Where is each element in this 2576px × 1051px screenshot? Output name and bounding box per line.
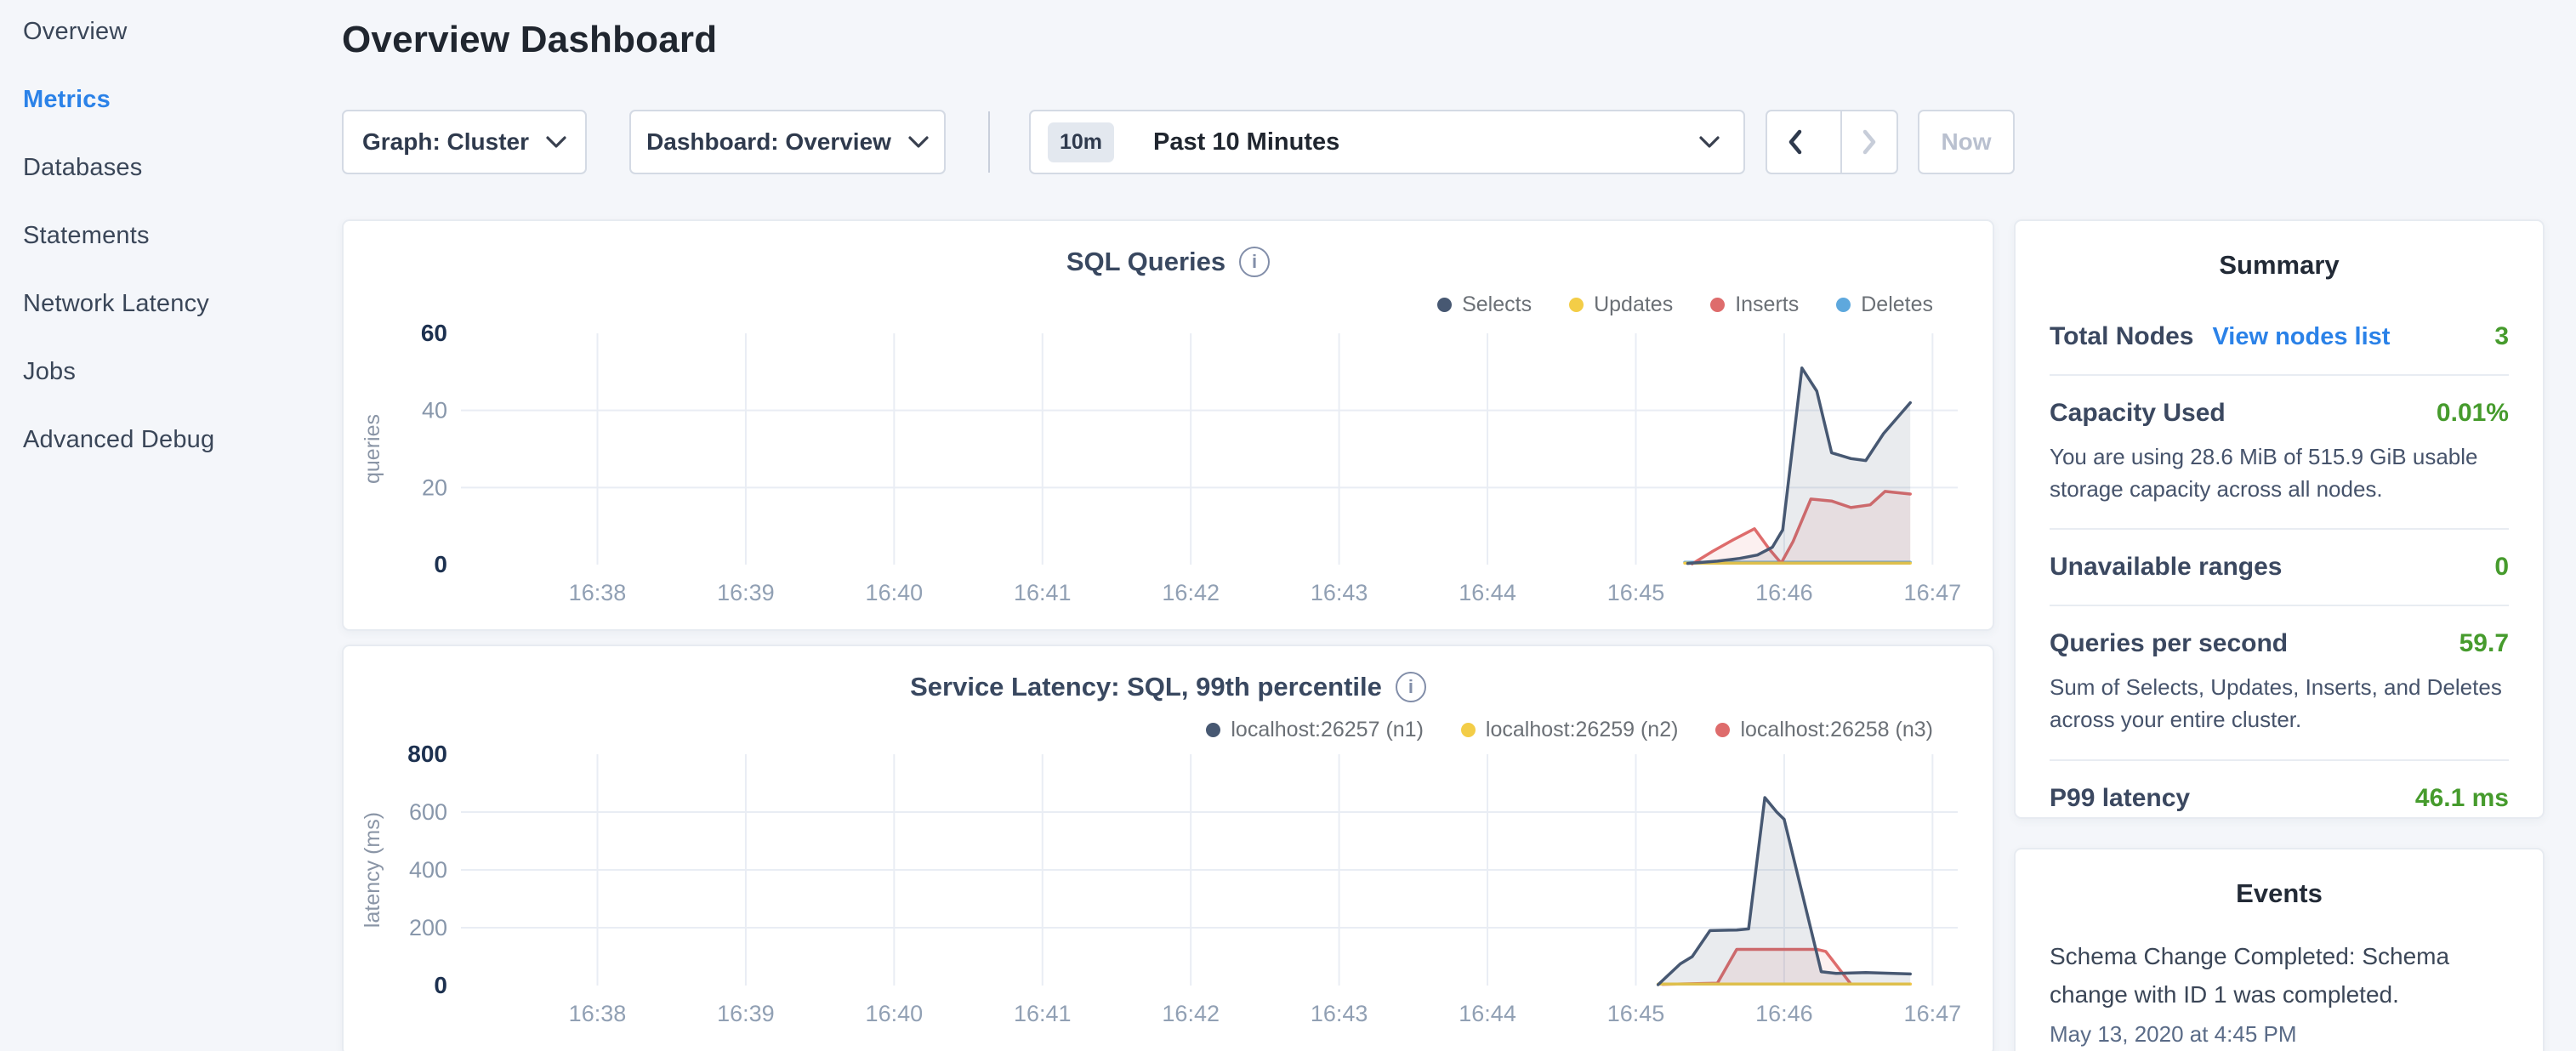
graph-dropdown[interactable]: Graph: Cluster [342, 110, 587, 174]
svg-text:latency (ms): latency (ms) [361, 812, 384, 928]
svg-text:16:44: 16:44 [1459, 1001, 1516, 1026]
sql-queries-chart-card: SQL Queries SelectsUpdatesInsertsDeletes… [342, 219, 1994, 631]
svg-text:16:47: 16:47 [1904, 580, 1962, 605]
time-range-badge: 10m [1048, 122, 1114, 162]
sidebar-nav: Overview Metrics Databases Statements Ne… [23, 18, 214, 453]
svg-text:600: 600 [409, 799, 447, 825]
summary-row-label: Capacity Used [2050, 399, 2226, 428]
sidebar-item-network-latency[interactable]: Network Latency [23, 290, 214, 317]
svg-text:16:43: 16:43 [1311, 1001, 1368, 1026]
sidebar-item-metrics[interactable]: Metrics [23, 86, 214, 113]
summary-row-value: 59.7 [2459, 629, 2509, 658]
time-range-selector[interactable]: 10m Past 10 Minutes [1029, 110, 1745, 174]
events-title: Events [2050, 878, 2509, 909]
sidebar-item-overview[interactable]: Overview [23, 18, 214, 45]
db-console-page: Overview Metrics Databases Statements Ne… [0, 0, 2576, 1051]
summary-row-p99-latency: P99 latency 46.1 ms [2050, 759, 2509, 836]
chevron-down-icon [1699, 136, 1720, 149]
svg-text:0: 0 [434, 972, 447, 998]
summary-row-queries-per-second: Queries per second 59.7 Sum of Selects, … [2050, 605, 2509, 758]
summary-row-value: 46.1 ms [2415, 784, 2509, 813]
svg-text:16:38: 16:38 [569, 580, 627, 605]
summary-row-label: Total Nodes [2050, 322, 2193, 351]
svg-text:16:46: 16:46 [1755, 580, 1813, 605]
page-title: Overview Dashboard [342, 19, 717, 61]
svg-text:16:39: 16:39 [717, 1001, 775, 1026]
previous-time-button[interactable] [1767, 111, 1823, 173]
chevron-down-icon [908, 136, 929, 149]
svg-text:16:43: 16:43 [1311, 580, 1368, 605]
summary-row-total-nodes: Total Nodes View nodes list 3 [2050, 299, 2509, 374]
next-time-button[interactable] [1840, 111, 1896, 173]
event-message: Schema Change Completed: Schema change w… [2050, 938, 2509, 1014]
summary-row-unavailable-ranges: Unavailable ranges 0 [2050, 528, 2509, 605]
svg-text:16:47: 16:47 [1904, 1001, 1962, 1026]
sidebar-item-databases[interactable]: Databases [23, 154, 214, 181]
summary-row-description: You are using 28.6 MiB of 515.9 GiB usab… [2050, 441, 2509, 505]
service-latency-chart-card: Service Latency: SQL, 99th percentile lo… [342, 645, 1994, 1051]
summary-row-label: P99 latency [2050, 784, 2190, 813]
sidebar-item-jobs[interactable]: Jobs [23, 358, 214, 385]
svg-text:16:40: 16:40 [866, 580, 924, 605]
summary-row-value: 0.01% [2437, 399, 2509, 428]
svg-text:200: 200 [409, 915, 447, 940]
svg-text:16:42: 16:42 [1162, 1001, 1220, 1026]
graph-dropdown-label: Graph: Cluster [362, 128, 529, 156]
now-button[interactable]: Now [1918, 110, 2015, 174]
time-step-buttons [1766, 110, 1898, 174]
svg-text:20: 20 [422, 474, 447, 500]
now-button-label: Now [1941, 128, 1991, 156]
sidebar-item-statements[interactable]: Statements [23, 222, 214, 249]
svg-text:16:45: 16:45 [1607, 580, 1665, 605]
summary-row-value: 3 [2494, 322, 2509, 351]
svg-text:16:44: 16:44 [1459, 580, 1516, 605]
event-timestamp: May 13, 2020 at 4:45 PM [2050, 1021, 2509, 1048]
time-range-label: Past 10 Minutes [1153, 128, 1682, 156]
summary-row-description: Sum of Selects, Updates, Inserts, and De… [2050, 672, 2509, 736]
summary-row-label: Unavailable ranges [2050, 553, 2282, 582]
svg-text:16:45: 16:45 [1607, 1001, 1665, 1026]
dashboard-dropdown[interactable]: Dashboard: Overview [629, 110, 946, 174]
service-latency-chart[interactable]: 16:38 16:39 16:40 16:41 16:42 16:43 16:44 16:45… [344, 646, 1996, 1051]
sidebar-item-advanced-debug[interactable]: Advanced Debug [23, 426, 214, 453]
dashboard-dropdown-label: Dashboard: Overview [646, 128, 891, 156]
sql-queries-chart[interactable]: 16:38 16:39 16:40 16:41 16:42 16:43 16:44 16:45… [344, 221, 1996, 633]
svg-text:16:46: 16:46 [1755, 1001, 1813, 1026]
svg-text:800: 800 [407, 741, 447, 767]
svg-text:0: 0 [434, 551, 447, 577]
controls-divider [988, 111, 990, 173]
summary-row-capacity-used: Capacity Used 0.01% You are using 28.6 M… [2050, 374, 2509, 528]
chevron-down-icon [546, 136, 566, 149]
view-nodes-list-link[interactable]: View nodes list [2212, 323, 2390, 351]
svg-text:16:40: 16:40 [866, 1001, 924, 1026]
svg-text:60: 60 [421, 320, 447, 346]
svg-text:16:41: 16:41 [1014, 1001, 1072, 1026]
svg-text:16:42: 16:42 [1162, 580, 1220, 605]
svg-text:queries: queries [361, 414, 384, 484]
summary-row-label: Queries per second [2050, 629, 2288, 658]
svg-text:400: 400 [409, 857, 447, 883]
summary-title: Summary [2050, 250, 2509, 281]
svg-text:16:41: 16:41 [1014, 580, 1072, 605]
svg-text:16:38: 16:38 [569, 1001, 627, 1026]
summary-row-value: 0 [2494, 553, 2509, 582]
event-list-item[interactable]: Schema Change Completed: Schema change w… [2050, 938, 2509, 1048]
events-panel: Events Schema Change Completed: Schema c… [2014, 848, 2545, 1051]
chevron-right-icon [1861, 128, 1878, 156]
svg-text:16:39: 16:39 [717, 580, 775, 605]
svg-text:40: 40 [422, 398, 447, 423]
summary-panel: Summary Total Nodes View nodes list 3 Ca… [2014, 219, 2545, 819]
chevron-left-icon [1787, 128, 1804, 156]
